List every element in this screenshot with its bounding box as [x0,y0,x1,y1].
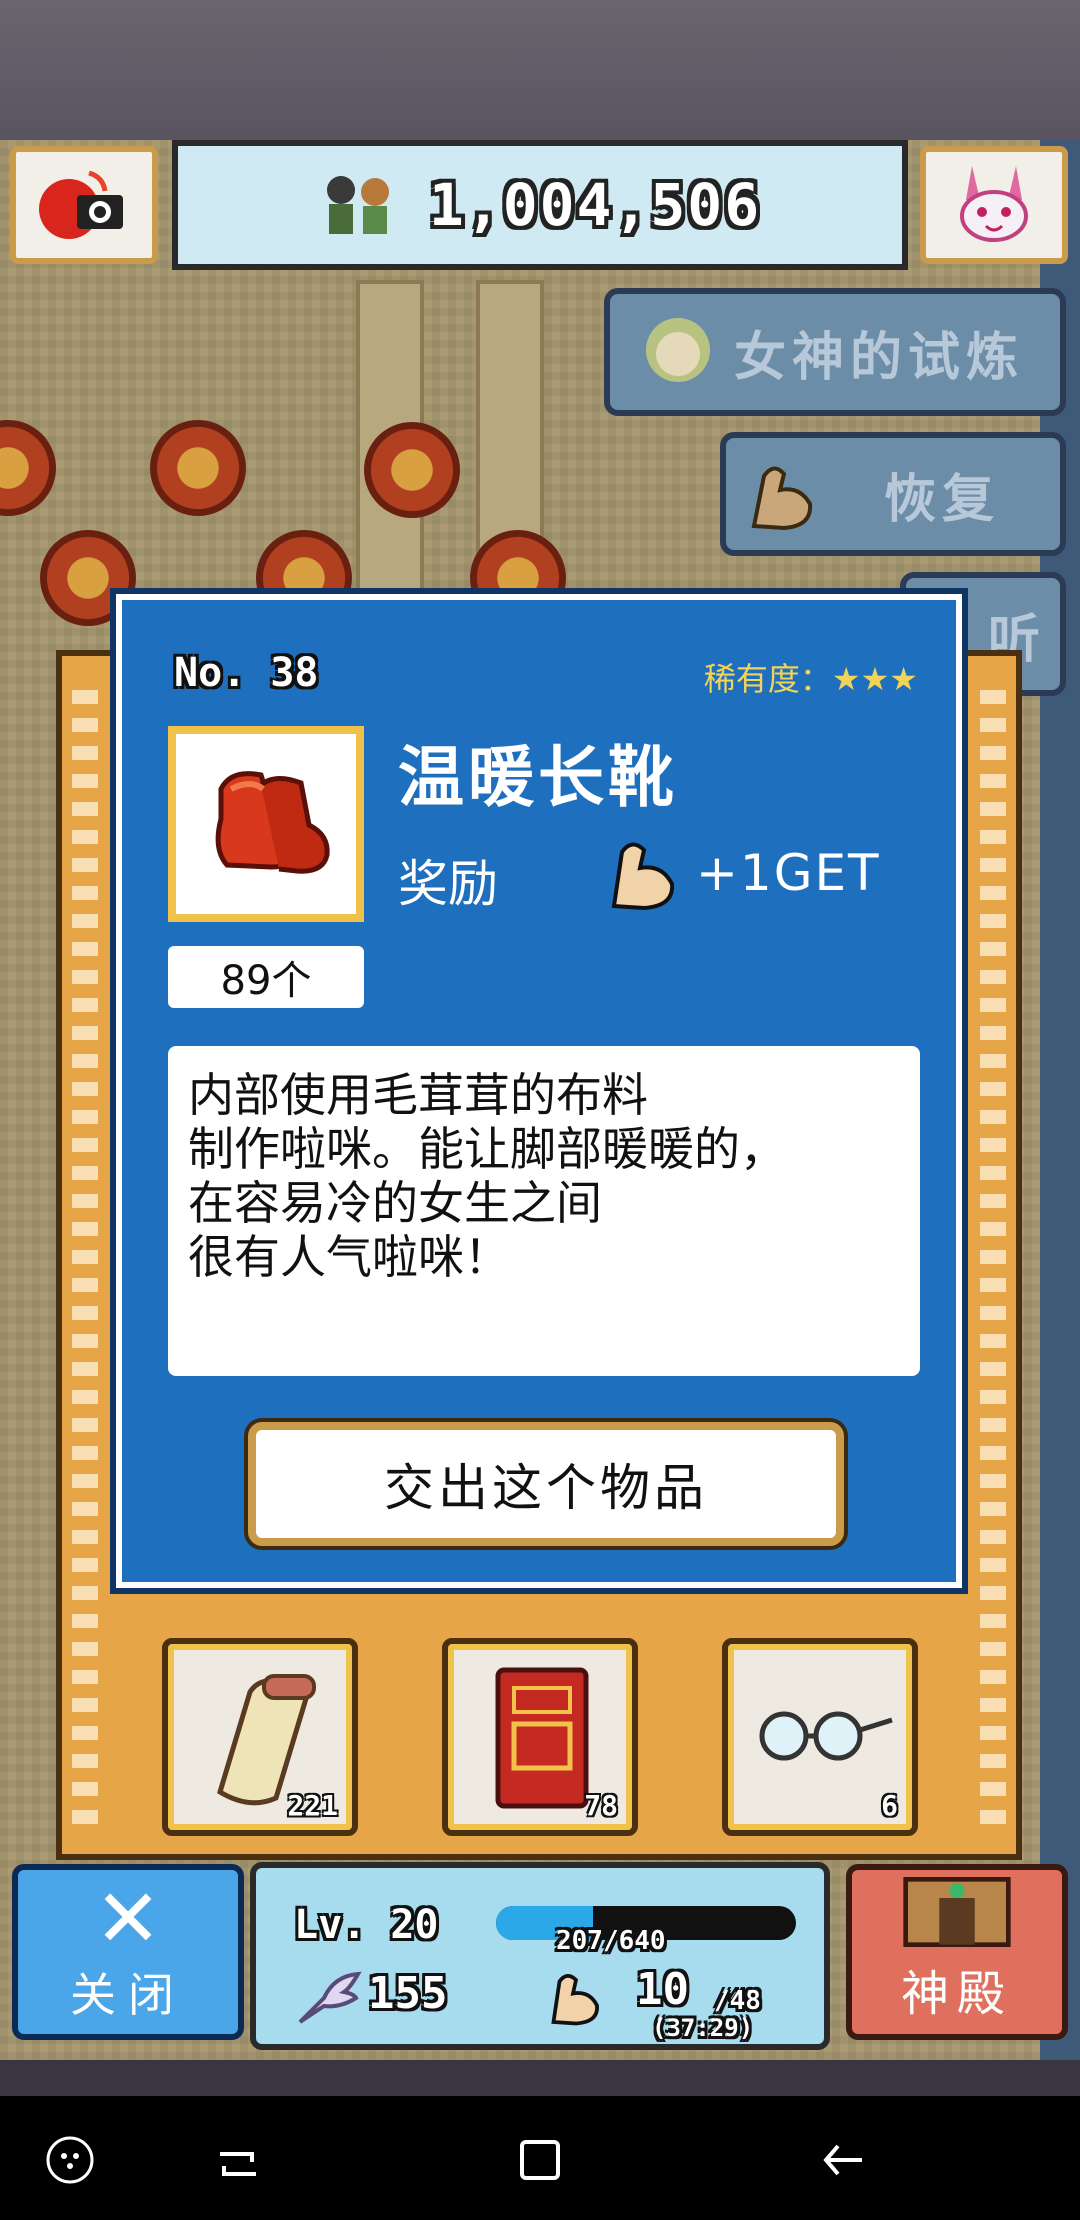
item-number: No. 38 [174,650,319,696]
close-button[interactable]: ✕ 关闭 [12,1864,244,2040]
item-count: 89个 [168,946,364,1008]
right-edge-strip [1040,140,1080,2060]
recent-apps-button[interactable] [208,2132,268,2188]
money-value: 1,004,506 [428,171,762,239]
recent-apps-icon [220,2152,256,2176]
camera-icon [39,170,123,239]
bg-flower [364,422,460,518]
temple-icon [903,1877,1011,1947]
bunny-mascot-button[interactable] [920,146,1068,264]
reward-value: +1GET [696,844,881,902]
home-icon [520,2140,560,2180]
goddess-icon [646,318,710,382]
reward-label: 奖励 [398,855,498,913]
villagers-icon [326,176,389,234]
goddess-trial-label: 女神的试炼 [733,327,1024,388]
frame-decoration [980,686,1006,1824]
temple-label: 神殿 [900,1966,1013,2022]
inventory-slot[interactable]: 221 [162,1638,358,1836]
inventory-count: 221 [287,1789,338,1822]
home-button[interactable] [510,2132,570,2188]
muscle-icon [551,1974,599,2026]
bg-flower [0,420,56,516]
game-tools-button[interactable] [40,2132,100,2188]
item-rarity: 稀有度：★★★ [703,660,918,698]
close-label: 关闭 [70,1968,186,2022]
screenshot-camera-button[interactable] [10,146,158,264]
feather-icon [298,1971,362,2024]
frame-decoration [72,686,98,1824]
stat-feather-value: 155 [368,1968,448,2019]
recover-button[interactable]: 恢复 [720,432,1066,556]
item-name: 温暖长靴 [398,739,678,816]
inventory-count: 6 [881,1789,898,1822]
inventory-slot[interactable]: 6 [722,1638,918,1836]
money-counter-panel: 1,004,506 [172,140,908,270]
item-description: 内部使用毛茸茸的布料 制作啦咪。能让脚部暖暖的， 在容易冷的女生之间 很有人气啦… [168,1046,920,1376]
close-icon: ✕ [94,1872,162,1965]
deliver-item-button[interactable]: 交出这个物品 [248,1422,844,1546]
muscle-icon [751,466,813,531]
inventory-slot[interactable]: 78 [442,1638,638,1836]
muscle-icon [611,842,675,911]
player-level: Lv. 20 [294,1902,439,1948]
inventory-count: 78 [584,1789,618,1822]
back-button[interactable] [814,2132,874,2188]
status-bar-area [0,0,1080,140]
item-image-box [168,726,364,922]
temple-button[interactable]: 神殿 [846,1864,1068,2040]
goddess-trial-button[interactable]: 女神的试炼 [604,288,1066,416]
bunny-mascot-icon [960,166,1028,242]
xp-value: 207/640 [556,1926,666,1956]
recover-label: 恢复 [883,469,1000,530]
stamina-max: /48 [714,1986,761,2016]
system-navigation-bar [0,2096,1080,2220]
red-book-icon [495,1667,589,1809]
bg-flower [150,420,246,516]
item-detail-dialog: No. 38 稀有度：★★★ 89个 温暖长靴 奖励 +1GET 内部使用毛茸茸… [110,588,968,1594]
stamina-value: 10 [636,1964,689,2015]
glasses-icon [759,1711,893,1761]
stamina-timer: (37:29) [652,2014,754,2042]
gamepad-icon [46,2136,94,2184]
back-icon [823,2144,862,2176]
player-status-panel: Lv. 20 207/640 155 10 /48 (37:29) [250,1862,830,2050]
red-boots-icon [215,771,330,874]
